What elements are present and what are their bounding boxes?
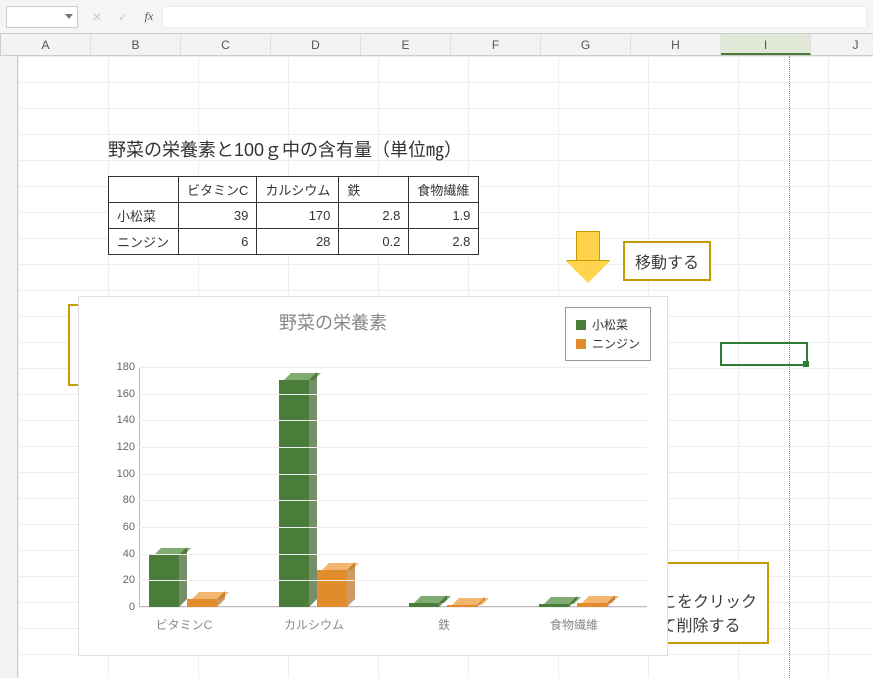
col-I[interactable]: I (721, 34, 811, 55)
chart-bars (139, 367, 647, 607)
chevron-down-icon[interactable] (65, 14, 73, 19)
table-header[interactable]: カルシウム (257, 177, 339, 203)
col-H[interactable]: H (631, 34, 721, 55)
y-tick: 140 (117, 414, 135, 426)
chart-bar[interactable] (317, 570, 347, 607)
chart-bar[interactable] (187, 599, 217, 607)
legend-item: ニンジン (576, 335, 640, 352)
chart-title[interactable]: 野菜の栄養素 (279, 309, 387, 335)
formula-input[interactable] (162, 6, 867, 28)
x-tick-label: ビタミンC (129, 616, 239, 633)
x-tick-label: 鉄 (389, 616, 499, 633)
y-tick: 0 (129, 601, 135, 613)
table-header[interactable]: 鉄 (339, 177, 409, 203)
row-headers[interactable] (0, 56, 18, 678)
legend-label: 小松菜 (592, 316, 628, 333)
cell[interactable]: 1.9 (409, 203, 479, 229)
y-tick: 40 (123, 548, 135, 560)
callout-move: 移動する (623, 241, 711, 281)
column-headers: A B C D E F G H I J (0, 34, 873, 56)
col-C[interactable]: C (181, 34, 271, 55)
y-gridline (139, 367, 647, 368)
row-label[interactable]: 小松菜 (109, 203, 179, 229)
y-tick: 80 (123, 494, 135, 506)
page-title: 野菜の栄養素と100ｇ中の含有量（単位㎎） (108, 136, 462, 162)
x-tick-label: 食物繊維 (519, 616, 629, 633)
y-gridline (139, 420, 647, 421)
col-B[interactable]: B (91, 34, 181, 55)
fx-icon[interactable]: fx (136, 6, 162, 28)
chart-bar[interactable] (279, 380, 309, 607)
col-F[interactable]: F (451, 34, 541, 55)
chart-legend[interactable]: 小松菜 ニンジン (565, 307, 651, 361)
y-tick: 160 (117, 388, 135, 400)
row-label[interactable]: ニンジン (109, 229, 179, 255)
cell[interactable]: 28 (257, 229, 339, 255)
y-tick: 60 (123, 521, 135, 533)
worksheet-grid[interactable]: 野菜の栄養素と100ｇ中の含有量（単位㎎） ビタミンC カルシウム 鉄 食物繊維… (0, 56, 873, 678)
col-J[interactable]: J (811, 34, 873, 55)
table-header[interactable]: ビタミンC (179, 177, 257, 203)
cell[interactable]: 170 (257, 203, 339, 229)
y-tick: 100 (117, 468, 135, 480)
legend-label: ニンジン (592, 335, 640, 352)
y-gridline (139, 447, 647, 448)
legend-item: 小松菜 (576, 316, 640, 333)
col-G[interactable]: G (541, 34, 631, 55)
col-D[interactable]: D (271, 34, 361, 55)
cell[interactable]: 39 (179, 203, 257, 229)
cell[interactable]: 0.2 (339, 229, 409, 255)
y-gridline (139, 607, 647, 608)
cell[interactable]: 6 (179, 229, 257, 255)
y-gridline (139, 474, 647, 475)
fill-handle[interactable] (803, 361, 809, 367)
y-tick: 20 (123, 574, 135, 586)
table-row: 小松菜 39 170 2.8 1.9 (109, 203, 479, 229)
col-E[interactable]: E (361, 34, 451, 55)
cancel-icon[interactable]: ✕ (84, 6, 110, 28)
active-cell[interactable] (720, 342, 808, 366)
y-gridline (139, 394, 647, 395)
formula-bar: ✕ ✓ fx (0, 0, 873, 34)
chart[interactable]: 野菜の栄養素 小松菜 ニンジン 020406080100120140160180… (78, 296, 668, 656)
data-table[interactable]: ビタミンC カルシウム 鉄 食物繊維 小松菜 39 170 2.8 1.9 ニン… (108, 176, 479, 255)
legend-swatch-icon (576, 320, 586, 330)
name-box[interactable] (6, 6, 78, 28)
chart-plot-area[interactable]: 020406080100120140160180 ビタミンCカルシウム鉄食物繊維 (139, 367, 647, 607)
y-gridline (139, 554, 647, 555)
check-icon[interactable]: ✓ (110, 6, 136, 28)
y-tick: 180 (117, 361, 135, 373)
col-A[interactable]: A (1, 34, 91, 55)
table-row: ニンジン 6 28 0.2 2.8 (109, 229, 479, 255)
cell[interactable]: 2.8 (339, 203, 409, 229)
table-header-blank[interactable] (109, 177, 179, 203)
cell[interactable]: 2.8 (409, 229, 479, 255)
table-header[interactable]: 食物繊維 (409, 177, 479, 203)
table-header-row: ビタミンC カルシウム 鉄 食物繊維 (109, 177, 479, 203)
y-gridline (139, 500, 647, 501)
y-tick: 120 (117, 441, 135, 453)
y-gridline (139, 580, 647, 581)
y-gridline (139, 527, 647, 528)
legend-swatch-icon (576, 339, 586, 349)
chart-y-axis: 020406080100120140160180 (99, 367, 135, 607)
x-tick-label: カルシウム (259, 616, 369, 633)
